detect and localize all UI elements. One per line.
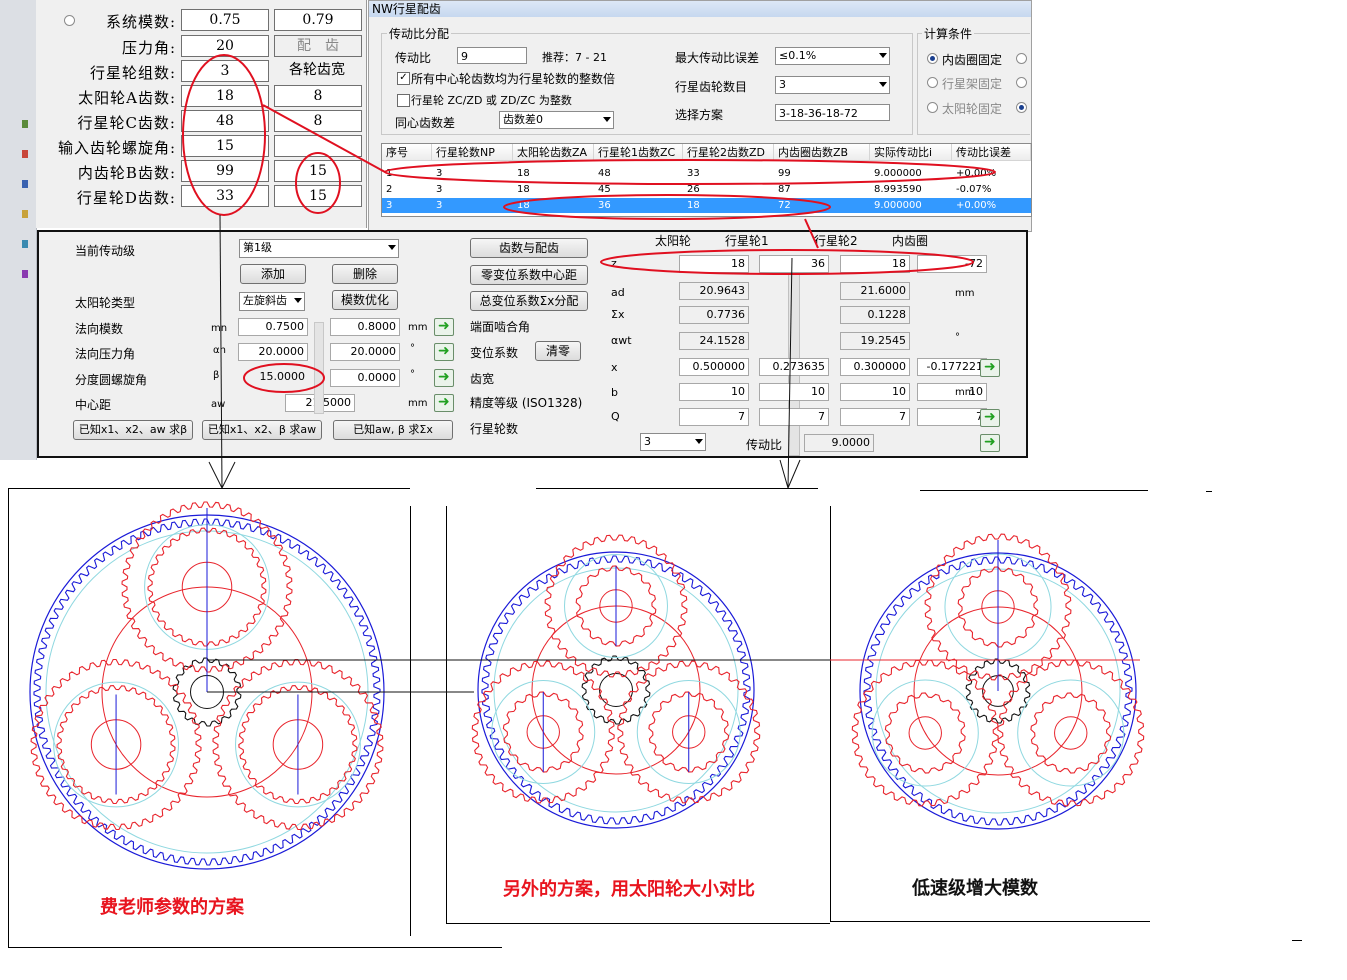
- annotation-ellipse-left: [182, 54, 266, 216]
- pointer-arrow-right: [787, 459, 801, 489]
- annotation-ellipse-z-row: [600, 249, 974, 275]
- annotation-ellipse-row3: [503, 194, 831, 220]
- annotation-ellipse-ring: [295, 152, 341, 214]
- pointer-arrow-left: [208, 461, 223, 489]
- sun-gear-teeth: [581, 655, 651, 725]
- annotation-connector: [262, 104, 386, 173]
- drawing-overlay: [29, 54, 1145, 870]
- pointer-line-left: [219, 214, 223, 489]
- caption-teacher-scheme: 费老师参数的方案: [100, 897, 244, 918]
- annotation-ellipse-row1: [384, 159, 996, 185]
- annotation-ellipse-helix: [243, 363, 325, 393]
- caption-low-speed-stage: 低速级增大模数: [912, 878, 1038, 899]
- pointer-arrow-right: [779, 459, 789, 489]
- pointer-arrow-left: [221, 461, 236, 489]
- caption-alternative-scheme: 另外的方案，用太阳轮大小对比: [503, 879, 755, 900]
- pointer-line-right: [787, 257, 793, 489]
- annotation-connector: [804, 218, 819, 249]
